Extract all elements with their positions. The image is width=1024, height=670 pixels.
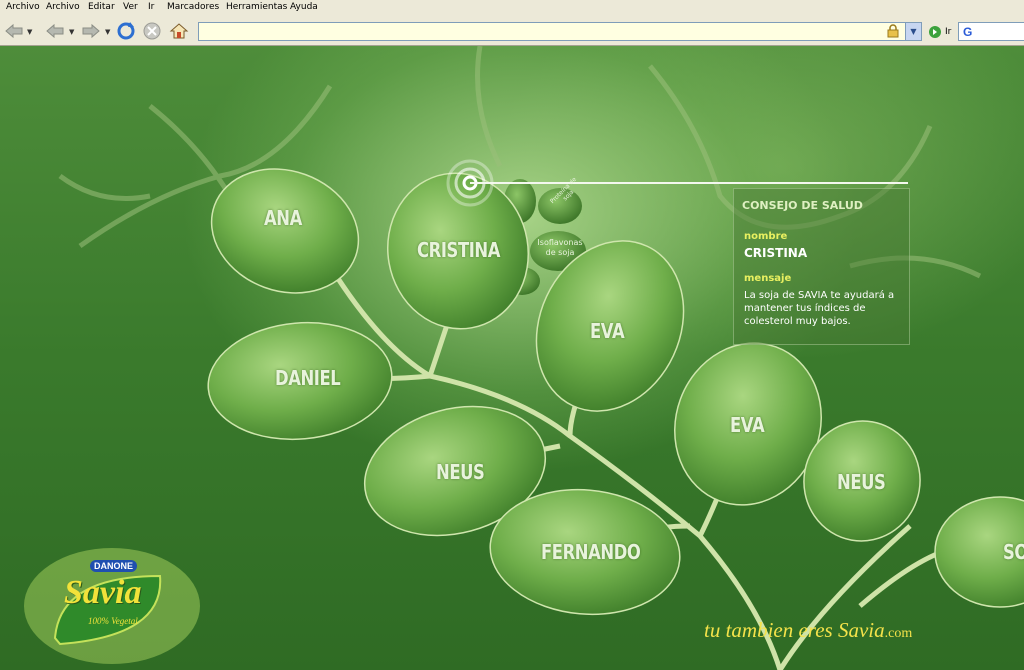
go-button[interactable]: Ir bbox=[928, 24, 951, 40]
navigation-toolbar: ▼ ▼ ▼ ▼ Ir G bbox=[0, 16, 1024, 46]
leaf-label-eva-1[interactable]: EVA bbox=[590, 319, 625, 343]
menu-ver[interactable]: Ver bbox=[123, 2, 138, 12]
small-leaf-isoflavonas[interactable]: Isoflavonas de soja bbox=[532, 238, 588, 258]
menu-archivo-1[interactable]: Archivo bbox=[6, 2, 40, 12]
reload-icon bbox=[117, 22, 135, 40]
savia-brand-name: Savia bbox=[64, 574, 142, 611]
leaf-label-partial[interactable]: SO bbox=[1003, 540, 1024, 564]
menu-bar: Archivo Archivo Editar Ver Ir Marcadores… bbox=[0, 0, 1024, 17]
menu-archivo-2[interactable]: Archivo bbox=[46, 2, 80, 12]
danone-brand: DANONE bbox=[90, 560, 138, 572]
forward-dropdown-icon[interactable]: ▼ bbox=[105, 28, 110, 36]
savia-page: CONSEJO DE SALUD nombre CRISTINA mensaje… bbox=[0, 46, 1024, 670]
back-dropdown-icon[interactable]: ▼ bbox=[69, 28, 74, 36]
leaf-label-ana[interactable]: ANA bbox=[264, 206, 302, 230]
name-label: nombre bbox=[744, 231, 788, 242]
name-value: CRISTINA bbox=[744, 246, 808, 260]
back-button-2[interactable] bbox=[44, 20, 66, 42]
svg-text:G: G bbox=[963, 25, 972, 39]
menu-ayuda[interactable]: Ayuda bbox=[290, 2, 318, 12]
google-search-icon: G bbox=[963, 25, 972, 39]
forward-arrow-icon bbox=[82, 23, 100, 39]
panel-title: CONSEJO DE SALUD bbox=[742, 199, 863, 212]
tagline-main: tu tambien eres Savia bbox=[704, 618, 885, 642]
savia-logo[interactable]: DANONE Savia 100% Vegetal bbox=[30, 554, 190, 654]
leaf-label-cristina[interactable]: CRISTINA bbox=[417, 238, 500, 262]
back-arrow-icon bbox=[46, 23, 64, 39]
info-connector-line bbox=[470, 182, 908, 184]
menu-marcadores[interactable]: Marcadores bbox=[167, 2, 219, 12]
search-box[interactable]: G bbox=[958, 22, 1024, 41]
leaf-label-neus-1[interactable]: NEUS bbox=[436, 460, 485, 484]
go-arrow-icon bbox=[929, 26, 941, 38]
chevron-down-icon: ▼ bbox=[910, 27, 917, 36]
address-dropdown-button[interactable]: ▼ bbox=[905, 23, 921, 40]
stop-icon bbox=[143, 22, 161, 40]
message-label: mensaje bbox=[744, 273, 792, 284]
message-text: La soja de SAVIA te ayudará a mantener t… bbox=[744, 290, 895, 327]
stop-button[interactable] bbox=[141, 20, 163, 42]
leaf-label-fernando[interactable]: FERNANDO bbox=[541, 540, 641, 564]
tagline-domain: .com bbox=[884, 626, 913, 641]
home-icon bbox=[169, 23, 189, 39]
back-arrow-icon bbox=[5, 23, 23, 39]
reload-button[interactable] bbox=[115, 20, 137, 42]
url-input[interactable] bbox=[201, 24, 895, 40]
address-bar: ▼ bbox=[198, 22, 922, 41]
savia-subtitle: 100% Vegetal bbox=[88, 616, 138, 626]
menu-ir[interactable]: Ir bbox=[148, 2, 154, 12]
menu-editar[interactable]: Editar bbox=[88, 2, 115, 12]
menu-herramientas[interactable]: Herramientas bbox=[226, 2, 287, 12]
home-button[interactable] bbox=[168, 20, 190, 42]
forward-button[interactable] bbox=[80, 20, 102, 42]
back-dropdown-icon[interactable]: ▼ bbox=[27, 28, 32, 36]
leaf-label-eva-2[interactable]: EVA bbox=[730, 413, 765, 437]
leaf-label-neus-2[interactable]: NEUS bbox=[837, 470, 886, 494]
back-button[interactable] bbox=[3, 20, 25, 42]
lock-icon bbox=[887, 24, 899, 38]
tagline[interactable]: tu tambien eres Savia.com bbox=[704, 618, 912, 643]
leaf-label-daniel[interactable]: DANIEL bbox=[275, 366, 341, 390]
health-tip-panel: CONSEJO DE SALUD nombre CRISTINA mensaje… bbox=[733, 188, 910, 345]
go-label: Ir bbox=[945, 27, 952, 37]
